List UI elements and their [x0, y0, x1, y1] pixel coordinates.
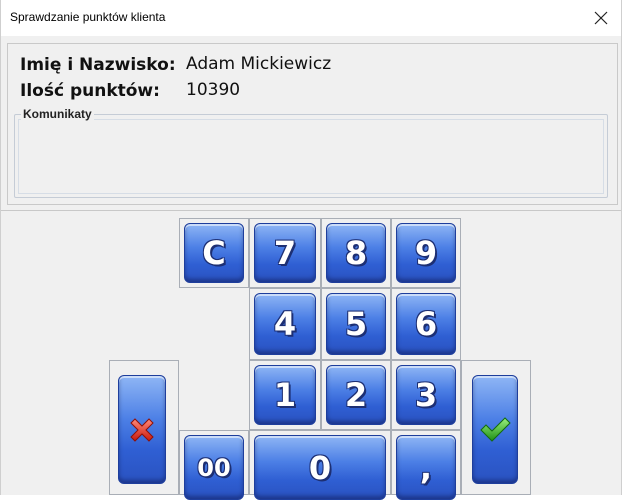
key-cell-8: 8	[321, 218, 391, 288]
client-name-label: Imię i Nazwisko:	[20, 55, 176, 75]
messages-legend: Komunikaty	[21, 107, 94, 121]
client-name-row: Imię i Nazwisko: Adam Mickiewicz	[20, 54, 331, 75]
key-cell-6: 6	[391, 288, 461, 360]
dialog-window: Sprawdzanie punktów klienta Imię i Nazwi…	[0, 0, 622, 500]
double-zero-key[interactable]: 00	[184, 435, 244, 500]
client-info-panel: Imię i Nazwisko: Adam Mickiewicz Ilość p…	[7, 43, 618, 205]
digit-7-key[interactable]: 7	[254, 223, 316, 283]
close-icon	[594, 11, 608, 25]
client-points-value: 10390	[186, 80, 241, 100]
digit-8-key[interactable]: 8	[326, 223, 386, 283]
digit-5-key[interactable]: 5	[326, 293, 386, 355]
confirm-key[interactable]	[472, 375, 518, 484]
key-cell-clear: C	[179, 218, 249, 288]
key-cell-5: 5	[321, 288, 391, 360]
digit-3-key[interactable]: 3	[396, 365, 456, 425]
key-cell-comma: ,	[391, 430, 461, 500]
messages-group: Komunikaty	[14, 107, 608, 198]
client-name-value: Adam Mickiewicz	[186, 54, 332, 74]
key-cell-4: 4	[249, 288, 321, 360]
comma-key[interactable]: ,	[396, 435, 456, 500]
digit-0-key[interactable]: 0	[254, 435, 386, 500]
clear-key[interactable]: C	[184, 223, 244, 283]
x-icon	[130, 417, 154, 442]
window-title: Sprawdzanie punktów klienta	[10, 10, 166, 24]
key-cell-3: 3	[391, 360, 461, 430]
key-cell-7: 7	[249, 218, 321, 288]
check-icon	[480, 416, 511, 442]
key-cell-9: 9	[391, 218, 461, 288]
client-points-label: Ilość punktów:	[20, 81, 160, 101]
separator	[1, 210, 621, 211]
key-cell-cancel	[109, 360, 179, 495]
key-cell-00: 00	[179, 430, 249, 500]
digit-9-key[interactable]: 9	[396, 223, 456, 283]
messages-area	[18, 119, 604, 194]
digit-4-key[interactable]: 4	[254, 293, 316, 355]
key-cell-confirm	[461, 360, 531, 495]
digit-1-key[interactable]: 1	[254, 365, 316, 425]
digit-6-key[interactable]: 6	[396, 293, 456, 355]
key-cell-2: 2	[321, 360, 391, 430]
key-cell-1: 1	[249, 360, 321, 430]
key-cell-0: 0	[249, 430, 391, 500]
client-points-row: Ilość punktów: 10390	[20, 80, 240, 101]
digit-2-key[interactable]: 2	[326, 365, 386, 425]
title-bar: Sprawdzanie punktów klienta	[1, 0, 621, 36]
cancel-key[interactable]	[118, 375, 166, 484]
close-button[interactable]	[581, 0, 621, 36]
